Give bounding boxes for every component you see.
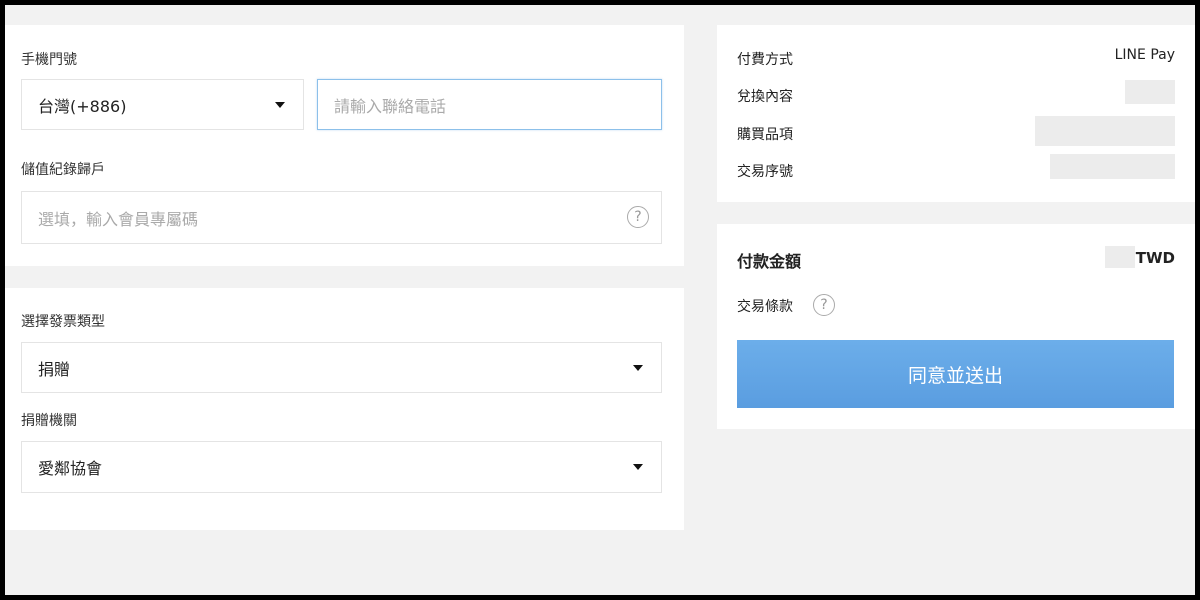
payment-total-panel: 付款金額 TWD 交易條款 ? 同意並送出 xyxy=(717,224,1195,429)
stored-account-label: 儲值紀錄歸戶 xyxy=(21,162,105,178)
purchase-item-label: 購買品項 xyxy=(737,127,793,143)
currency-label: TWD xyxy=(1135,249,1175,267)
purchase-item-value xyxy=(1035,116,1175,146)
redeem-content-value xyxy=(1125,80,1175,104)
chevron-down-icon xyxy=(633,464,643,470)
phone-number-input[interactable]: 請輸入聯絡電話 xyxy=(317,79,662,130)
invoice-type-value: 捐贈 xyxy=(38,359,71,379)
invoice-panel: 選擇發票類型 捐贈 捐贈機關 愛鄰協會 xyxy=(5,288,684,530)
contact-panel: 手機門號 台灣(+886) 請輸入聯絡電話 儲值紀錄歸戶 選填，輸入會員專屬碼 … xyxy=(5,25,684,266)
transaction-serial-label: 交易序號 xyxy=(737,164,793,180)
chevron-down-icon xyxy=(275,101,285,108)
payment-form-frame: 手機門號 台灣(+886) 請輸入聯絡電話 儲值紀錄歸戶 選填，輸入會員專屬碼 … xyxy=(5,5,1195,595)
payment-method-value: LINE Pay xyxy=(1114,47,1175,63)
redeem-content-label: 兌換內容 xyxy=(737,89,793,105)
country-code-value: 台灣(+886) xyxy=(38,96,127,116)
member-code-input[interactable]: 選填，輸入會員專屬碼 ? xyxy=(21,191,662,244)
member-code-placeholder: 選填，輸入會員專屬碼 xyxy=(38,209,199,229)
donation-org-label: 捐贈機關 xyxy=(21,413,77,429)
invoice-type-select[interactable]: 捐贈 xyxy=(21,342,662,393)
payment-amount-label: 付款金額 xyxy=(737,252,802,271)
payment-amount-value xyxy=(1105,246,1135,268)
phone-number-placeholder: 請輸入聯絡電話 xyxy=(334,96,447,116)
submit-button[interactable]: 同意並送出 xyxy=(737,340,1174,408)
invoice-type-label: 選擇發票類型 xyxy=(21,314,105,330)
donation-org-value: 愛鄰協會 xyxy=(38,459,103,478)
help-icon[interactable]: ? xyxy=(627,206,649,228)
chevron-down-icon xyxy=(633,364,643,371)
payment-method-label: 付費方式 xyxy=(737,52,793,68)
phone-label: 手機門號 xyxy=(21,52,77,68)
country-code-select[interactable]: 台灣(+886) xyxy=(21,79,304,130)
help-icon[interactable]: ? xyxy=(813,294,835,316)
order-summary-panel: 付費方式 LINE Pay 兌換內容 購買品項 交易序號 xyxy=(717,25,1195,202)
terms-label: 交易條款 xyxy=(737,299,793,315)
donation-org-select[interactable]: 愛鄰協會 xyxy=(21,441,662,493)
transaction-serial-value xyxy=(1050,154,1175,179)
